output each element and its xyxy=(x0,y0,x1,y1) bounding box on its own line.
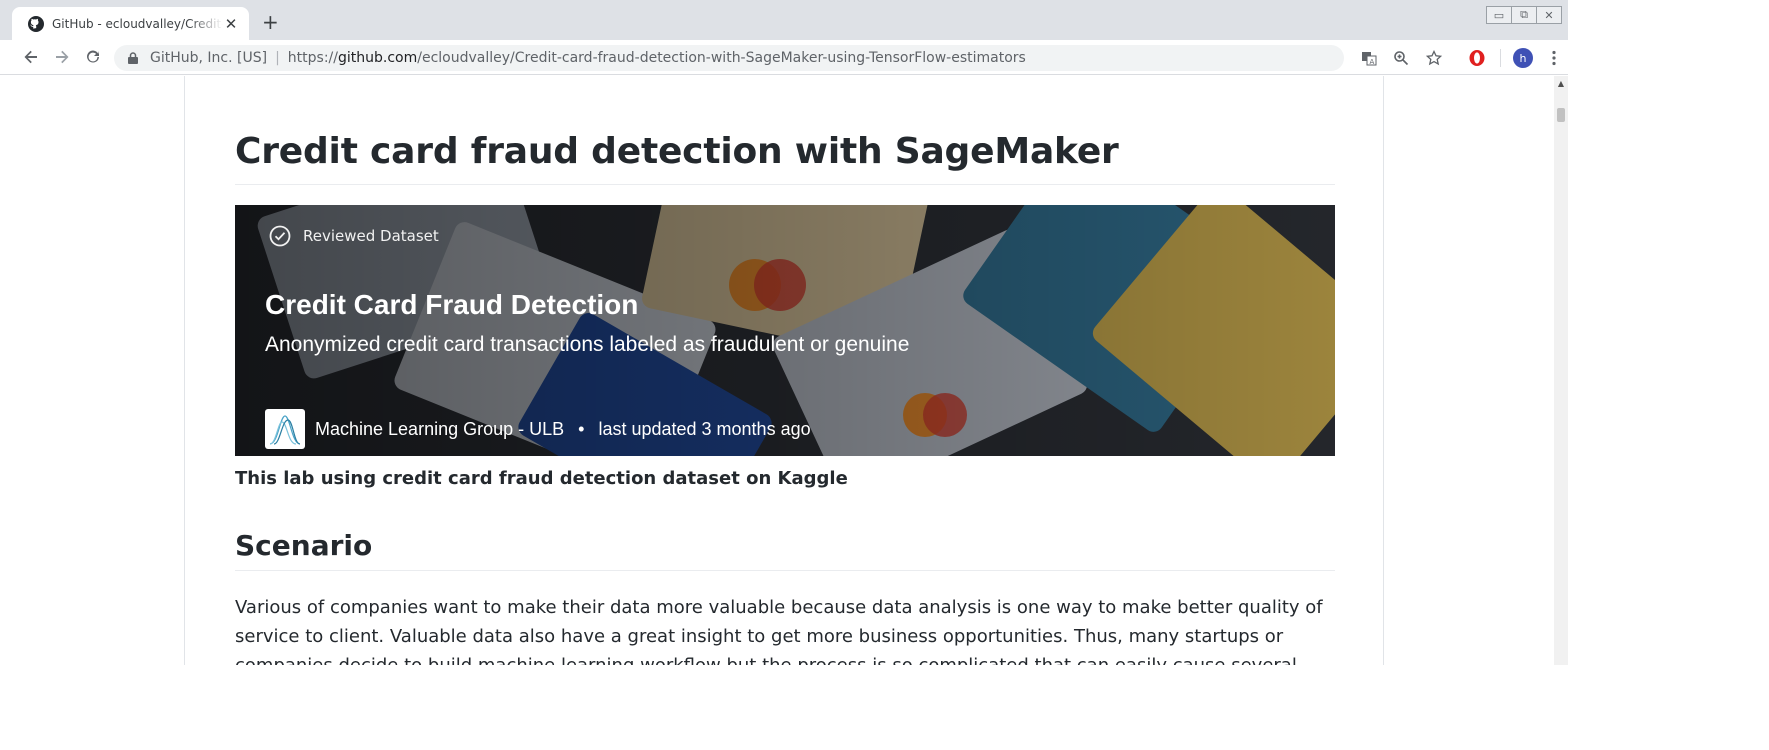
new-tab-button[interactable]: + xyxy=(262,10,279,34)
check-circle-icon xyxy=(269,225,291,247)
dataset-updated: last updated 3 months ago xyxy=(598,418,811,439)
window-controls: ▭ ⧉ ✕ xyxy=(1486,6,1562,24)
github-icon xyxy=(28,15,44,32)
dataset-title: Credit Card Fraud Detection xyxy=(265,289,639,320)
ulb-logo-icon xyxy=(265,409,305,449)
lock-icon xyxy=(128,52,138,64)
url-path: /ecloudvalley/Credit-card-fraud-detectio… xyxy=(417,50,1026,66)
translate-icon[interactable]: A xyxy=(1360,49,1378,67)
scroll-up-icon[interactable]: ▲ xyxy=(1554,76,1568,90)
readme-caption: This lab using credit card fraud detecti… xyxy=(235,468,848,489)
dataset-author-row: Machine Learning Group - ULB • last upda… xyxy=(265,409,811,449)
address-bar[interactable]: GitHub, Inc. [US] | https:// github.com … xyxy=(114,45,1442,71)
restore-icon[interactable]: ⧉ xyxy=(1511,6,1537,24)
avatar: h xyxy=(1513,48,1533,68)
dataset-author[interactable]: Machine Learning Group - ULB xyxy=(315,419,564,440)
star-icon[interactable] xyxy=(1425,49,1443,67)
meta-separator: • xyxy=(578,418,585,439)
kebab-menu-icon[interactable] xyxy=(1546,47,1562,69)
dataset-subtitle: Anonymized credit card transactions labe… xyxy=(265,333,910,356)
svg-text:A: A xyxy=(1370,58,1375,66)
badge-label: Reviewed Dataset xyxy=(303,227,439,245)
page-scrollbar[interactable]: ▲ xyxy=(1554,76,1568,665)
readme-content: Credit card fraud detection with SageMak… xyxy=(235,76,1335,665)
readme-container: Credit card fraud detection with SageMak… xyxy=(184,76,1384,665)
back-arrow-icon[interactable] xyxy=(20,46,42,68)
opera-icon[interactable] xyxy=(1466,47,1488,69)
minimize-icon[interactable]: ▭ xyxy=(1486,6,1512,24)
profile-avatar[interactable]: h xyxy=(1512,47,1534,69)
scenario-paragraph: Various of companies want to make their … xyxy=(235,597,1323,665)
page-viewport: Credit card fraud detection with SageMak… xyxy=(0,76,1568,665)
tab-title: GitHub - ecloudvalley/Credit-card-fraud-… xyxy=(52,16,223,31)
toolbar-divider xyxy=(1500,49,1501,67)
tab-strip: GitHub - ecloudvalley/Credit-card-fraud-… xyxy=(0,0,1568,40)
tab-close-icon[interactable]: ✕ xyxy=(223,15,239,33)
kaggle-dataset-banner[interactable]: Reviewed Dataset Credit Card Fraud Detec… xyxy=(235,205,1335,456)
url-separator: | xyxy=(275,50,280,66)
section-heading-scenario: Scenario xyxy=(235,529,1335,571)
url-scheme: https:// xyxy=(287,50,338,66)
site-identity-label[interactable]: GitHub, Inc. [US] xyxy=(150,50,267,66)
reload-icon[interactable] xyxy=(82,46,104,68)
scroll-thumb[interactable] xyxy=(1557,108,1565,122)
reviewed-badge: Reviewed Dataset xyxy=(269,225,439,247)
readme-title: Credit card fraud detection with SageMak… xyxy=(235,131,1335,185)
url-domain: github.com xyxy=(337,50,418,66)
forward-arrow-icon[interactable] xyxy=(51,46,73,68)
zoom-icon[interactable] xyxy=(1392,49,1410,67)
close-window-icon[interactable]: ✕ xyxy=(1536,6,1562,24)
browser-tab-active[interactable]: GitHub - ecloudvalley/Credit-card-fraud-… xyxy=(12,7,249,40)
browser-toolbar: GitHub, Inc. [US] | https:// github.com … xyxy=(0,40,1568,75)
